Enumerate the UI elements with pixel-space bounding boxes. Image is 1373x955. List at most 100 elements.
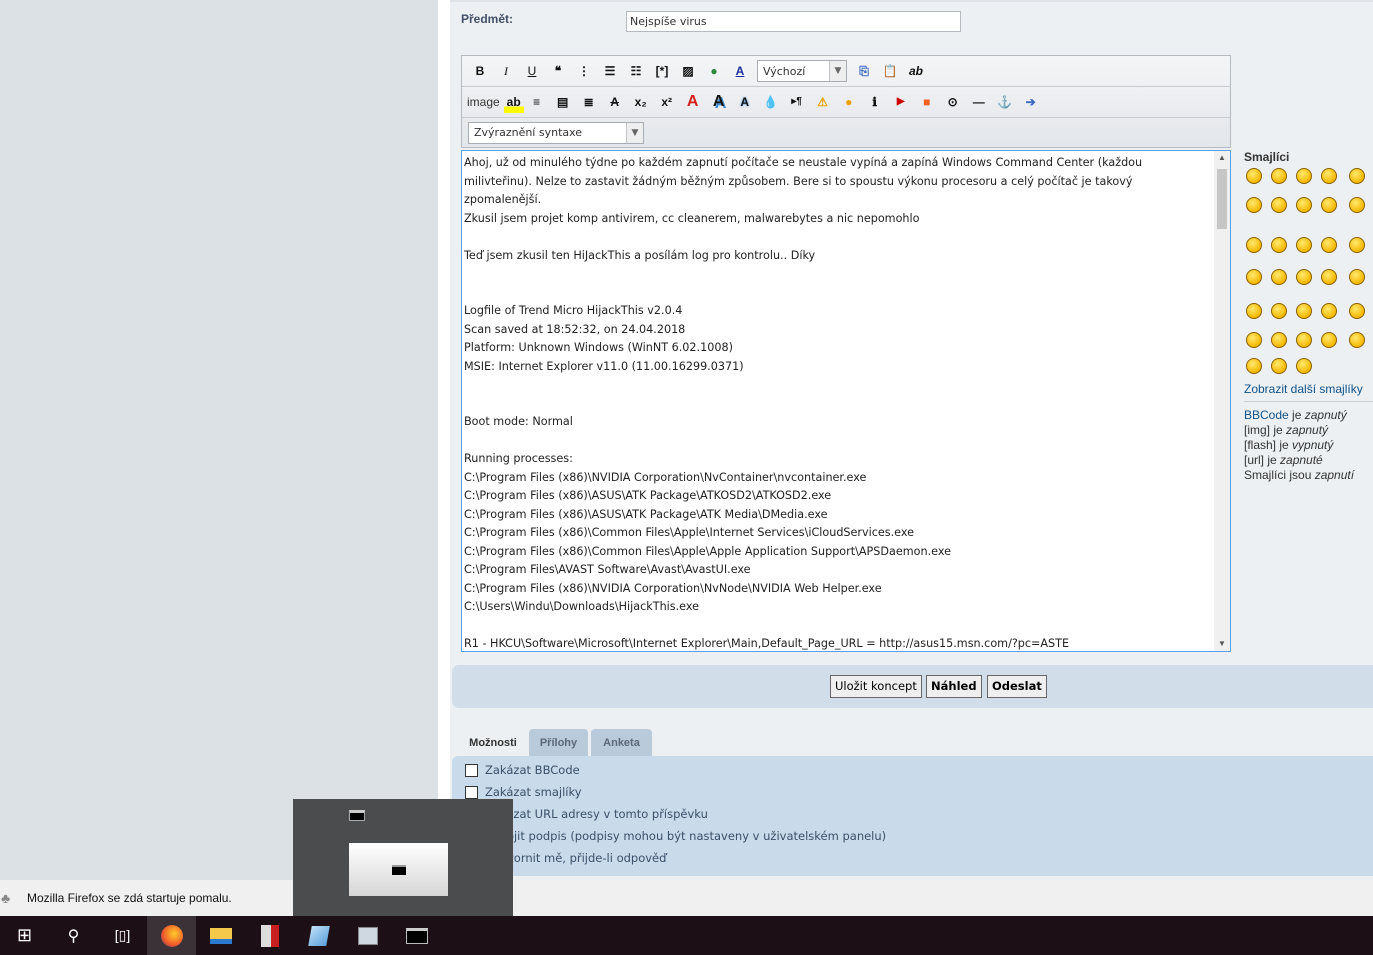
- scrollbar[interactable]: ▲ ▼: [1214, 151, 1230, 651]
- option-disable-smilies[interactable]: Zakázat smajlíky: [465, 785, 582, 799]
- youtube-icon[interactable]: ▶: [888, 91, 914, 113]
- message-textarea[interactable]: Ahoj, už od minulého týdne po každém zap…: [461, 150, 1231, 652]
- save-draft-button[interactable]: Uložit koncept: [830, 675, 922, 698]
- copy-icon[interactable]: ⎘: [851, 60, 877, 82]
- smiley-icon[interactable]: [1296, 237, 1312, 253]
- quote-icon[interactable]: ❝: [545, 60, 571, 82]
- smiley-icon[interactable]: [1246, 303, 1262, 319]
- scroll-down-icon[interactable]: ▼: [1214, 637, 1230, 651]
- code-icon[interactable]: ⋮: [571, 60, 597, 82]
- smiley-icon[interactable]: [1246, 358, 1262, 374]
- bold-button[interactable]: B: [467, 60, 493, 82]
- smiley-icon[interactable]: [1321, 197, 1337, 213]
- smiley-icon[interactable]: [1321, 332, 1337, 348]
- notepad-icon[interactable]: [294, 916, 343, 955]
- highlight-icon[interactable]: ab: [503, 90, 524, 113]
- drop-icon[interactable]: 💧: [758, 91, 784, 113]
- indent-icon[interactable]: ➔: [1018, 91, 1044, 113]
- smiley-icon[interactable]: [1271, 237, 1287, 253]
- app-icon[interactable]: [245, 916, 294, 955]
- smiley-icon[interactable]: [1296, 269, 1312, 285]
- smiley-icon[interactable]: [1321, 303, 1337, 319]
- tab-poll[interactable]: Anketa: [591, 729, 652, 757]
- warning-icon[interactable]: ⚠: [810, 91, 836, 113]
- smiley-icon[interactable]: [1349, 269, 1365, 285]
- paste-icon[interactable]: 📋: [877, 60, 903, 82]
- image-button[interactable]: image: [467, 95, 500, 109]
- scrollbar-thumb[interactable]: [1217, 169, 1227, 229]
- smiley-icon[interactable]: [1271, 269, 1287, 285]
- shadow-icon[interactable]: A: [706, 91, 732, 113]
- smiley-icon[interactable]: [1349, 237, 1365, 253]
- subject-input[interactable]: Nejspíše virus: [626, 11, 961, 32]
- smiley-icon[interactable]: [1246, 269, 1262, 285]
- taskbar-thumbnail-preview[interactable]: [293, 799, 513, 916]
- syntax-highlight-select[interactable]: Zvýraznění syntaxe ▼: [468, 121, 644, 144]
- file-explorer-icon[interactable]: [196, 916, 245, 955]
- image-icon[interactable]: ▨: [675, 60, 701, 82]
- smiley-icon[interactable]: [1271, 358, 1287, 374]
- smiley-icon[interactable]: [1349, 197, 1365, 213]
- list-icon[interactable]: ☰: [597, 60, 623, 82]
- align-right-icon[interactable]: ≣: [576, 91, 602, 113]
- scroll-up-icon[interactable]: ▲: [1214, 151, 1230, 165]
- horizontal-rule-icon[interactable]: —: [966, 91, 992, 113]
- smiley-icon[interactable]: [1246, 168, 1262, 184]
- submit-button[interactable]: Odeslat: [987, 675, 1047, 698]
- resource-monitor-icon[interactable]: [343, 916, 392, 955]
- smiley-icon[interactable]: [1246, 237, 1262, 253]
- italic-button[interactable]: I: [493, 60, 519, 82]
- status-feature[interactable]: BBCode: [1244, 408, 1289, 422]
- spellcheck-button[interactable]: ab: [903, 60, 929, 82]
- align-center-icon[interactable]: ≡: [524, 91, 550, 113]
- smiley-icon[interactable]: [1321, 237, 1337, 253]
- anchor-icon[interactable]: ⚓: [992, 91, 1018, 113]
- preview-button[interactable]: Náhled: [926, 675, 982, 698]
- firefox-icon[interactable]: [147, 916, 196, 955]
- ordered-list-icon[interactable]: ☷: [623, 60, 649, 82]
- tab-options[interactable]: Možnosti: [459, 729, 527, 757]
- smiley-icon[interactable]: [1271, 332, 1287, 348]
- font-color-icon[interactable]: A: [727, 60, 753, 82]
- smiley-icon[interactable]: [1296, 197, 1312, 213]
- smiley-icon[interactable]: [1246, 197, 1262, 213]
- smiley-icon[interactable]: [1296, 358, 1312, 374]
- window-preview[interactable]: [349, 843, 448, 896]
- justify-icon[interactable]: ▤: [550, 91, 576, 113]
- smiley-icon[interactable]: [1271, 168, 1287, 184]
- checkbox[interactable]: [465, 763, 478, 777]
- smiley-icon[interactable]: [1296, 168, 1312, 184]
- font-size-icon[interactable]: A: [680, 91, 706, 113]
- soundcloud-icon[interactable]: ■: [914, 91, 940, 113]
- tab-attachments[interactable]: Přílohy: [529, 729, 588, 757]
- checkbox[interactable]: [465, 785, 478, 799]
- smiley-icon[interactable]: [1321, 269, 1337, 285]
- list-item-icon[interactable]: [*]: [649, 60, 675, 82]
- smiley-icon[interactable]: [1271, 303, 1287, 319]
- strikethrough-icon[interactable]: A: [602, 91, 628, 113]
- smiley-icon[interactable]: [1349, 332, 1365, 348]
- task-view-icon[interactable]: [▯]: [98, 916, 147, 955]
- smiley-icon[interactable]: [1349, 303, 1365, 319]
- search-icon[interactable]: ⚲: [49, 916, 98, 955]
- underline-button[interactable]: U: [519, 60, 545, 82]
- smiley-icon[interactable]: [1321, 168, 1337, 184]
- command-prompt-icon[interactable]: [392, 916, 441, 955]
- start-icon[interactable]: ⊞: [0, 916, 49, 955]
- more-smilies-link[interactable]: Zobrazit další smajlíky: [1244, 382, 1363, 396]
- play-icon[interactable]: ⊙: [940, 91, 966, 113]
- paragraph-icon[interactable]: ▸¶: [784, 91, 810, 113]
- smiley-icon[interactable]: [1271, 197, 1287, 213]
- smiley-icon[interactable]: [1296, 303, 1312, 319]
- link-icon[interactable]: ●: [701, 60, 727, 82]
- option-disable-bbcode[interactable]: Zakázat BBCode: [465, 763, 580, 777]
- option-attach-signature[interactable]: Připojit podpis (podpisy mohou být nasta…: [465, 829, 886, 843]
- subscript-icon[interactable]: x₂: [628, 91, 654, 113]
- smiley-icon[interactable]: [1349, 168, 1365, 184]
- superscript-icon[interactable]: x²: [654, 91, 680, 113]
- speech-icon[interactable]: ●: [836, 91, 862, 113]
- smiley-icon[interactable]: [1296, 332, 1312, 348]
- smiley-icon[interactable]: [1246, 332, 1262, 348]
- info-icon[interactable]: ℹ: [862, 91, 888, 113]
- glow-icon[interactable]: A: [732, 91, 758, 113]
